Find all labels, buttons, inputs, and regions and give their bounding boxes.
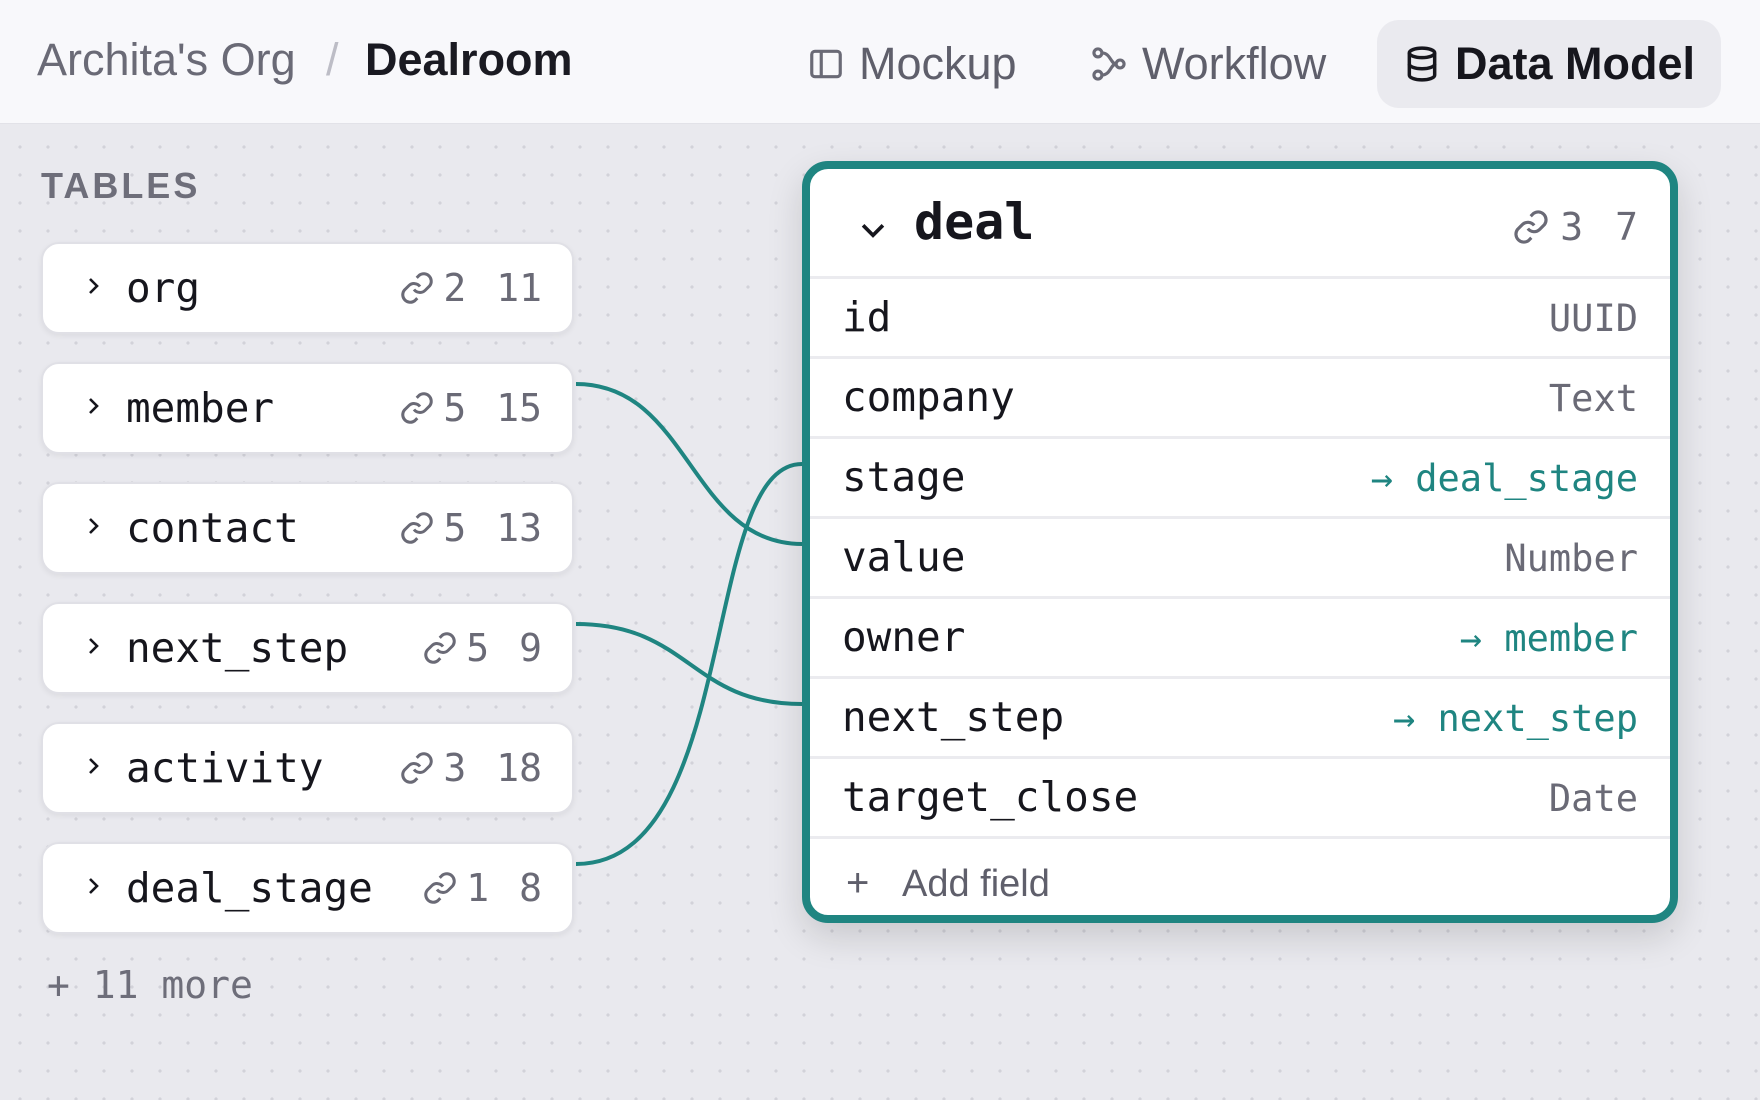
table-name: contact — [126, 504, 299, 552]
link-icon — [401, 512, 434, 544]
field-name: company — [842, 373, 1015, 421]
table-name: activity — [126, 744, 324, 792]
link-icon — [401, 752, 434, 784]
field-count: 13 — [496, 506, 542, 550]
field-type-reference[interactable]: → next_step — [1393, 697, 1638, 740]
more-tables-link[interactable]: + 11 more — [47, 963, 253, 1007]
field-name: next_step — [842, 693, 1065, 741]
table-name: member — [126, 384, 275, 432]
field-name: id — [842, 293, 892, 341]
table-card-org[interactable]: org 2 11 — [41, 242, 574, 334]
tab-label: Workflow — [1142, 38, 1327, 89]
field-count: 15 — [496, 386, 542, 430]
link-icon — [424, 872, 456, 904]
field-count: 7 — [1615, 205, 1638, 249]
field-row-next-step[interactable]: next_step → next_step — [810, 679, 1670, 759]
table-name: deal_stage — [126, 864, 373, 912]
chevron-right-icon[interactable] — [81, 274, 105, 298]
table-card-next-step[interactable]: next_step 5 9 — [41, 602, 574, 694]
field-name: stage — [842, 453, 966, 501]
table-detail-name: deal — [914, 193, 1035, 251]
table-name: next_step — [126, 624, 349, 672]
table-meta: 5 9 — [422, 626, 542, 670]
chevron-right-icon[interactable] — [81, 394, 105, 418]
add-field-button[interactable]: + Add field — [810, 849, 1670, 915]
link-count: 5 — [443, 506, 467, 550]
field-row-stage[interactable]: stage → deal_stage — [810, 439, 1670, 519]
breadcrumb-separator: / — [326, 34, 339, 85]
table-meta: 2 11 — [399, 266, 542, 310]
chevron-right-icon[interactable] — [81, 874, 105, 898]
table-meta: 3 18 — [399, 746, 542, 790]
workflow-icon — [1092, 47, 1126, 81]
field-count: 11 — [496, 266, 542, 310]
panel-icon — [810, 49, 842, 79]
database-icon — [1407, 46, 1437, 82]
field-count: 9 — [519, 626, 542, 670]
tables-heading: TABLES — [41, 165, 201, 206]
tab-data-model[interactable]: Data Model — [1377, 20, 1722, 108]
field-type: Text — [1548, 377, 1638, 420]
link-count: 1 — [466, 866, 490, 910]
field-row-company[interactable]: company Text — [810, 359, 1670, 439]
link-count: 5 — [443, 386, 467, 430]
link-count: 2 — [443, 266, 467, 310]
link-count: 3 — [1560, 205, 1584, 249]
tab-label: Mockup — [859, 38, 1017, 89]
table-card-contact[interactable]: contact 5 13 — [41, 482, 574, 574]
tab-mockup[interactable]: Mockup — [781, 20, 1043, 108]
link-count: 5 — [466, 626, 490, 670]
add-field-label: Add field — [902, 863, 1050, 905]
field-row-value[interactable]: value Number — [810, 519, 1670, 599]
chevron-right-icon[interactable] — [81, 754, 105, 778]
link-icon — [401, 392, 434, 424]
link-icon — [424, 632, 456, 664]
field-count: 8 — [519, 866, 542, 910]
link-count: 3 — [443, 746, 467, 790]
chevron-down-icon[interactable] — [856, 219, 890, 243]
table-meta: 5 15 — [399, 386, 542, 430]
field-type: Date — [1548, 777, 1638, 820]
table-meta: 1 8 — [422, 866, 542, 910]
field-count: 18 — [496, 746, 542, 790]
field-type-reference[interactable]: → deal_stage — [1371, 457, 1638, 500]
table-name: org — [126, 264, 201, 312]
field-name: owner — [842, 613, 966, 661]
field-row-owner[interactable]: owner → member — [810, 599, 1670, 679]
table-card-activity[interactable]: activity 3 18 — [41, 722, 574, 814]
top-bar: Archita's Org / Dealroom Mockup Workflow… — [0, 0, 1760, 124]
field-row-target-close[interactable]: target_close Date — [810, 759, 1670, 839]
breadcrumb-org[interactable]: Archita's Org — [37, 34, 296, 86]
chevron-right-icon[interactable] — [81, 634, 105, 658]
tab-workflow[interactable]: Workflow — [1064, 20, 1352, 108]
table-detail-meta: 3 7 — [1512, 205, 1638, 249]
link-icon — [401, 272, 434, 304]
tab-label: Data Model — [1455, 38, 1696, 89]
table-card-deal-stage[interactable]: deal_stage 1 8 — [41, 842, 574, 934]
table-detail-header[interactable]: deal 3 7 — [810, 169, 1670, 279]
field-row-id[interactable]: id UUID — [810, 279, 1670, 359]
table-card-member[interactable]: member 5 15 — [41, 362, 574, 454]
table-detail-card[interactable]: deal 3 7 id UUID company Text stage → de… — [802, 161, 1678, 923]
field-name: target_close — [842, 773, 1139, 821]
field-type-reference[interactable]: → member — [1460, 617, 1638, 660]
plus-icon: + — [846, 861, 870, 905]
field-type: UUID — [1548, 297, 1638, 340]
breadcrumb-page[interactable]: Dealroom — [365, 34, 573, 86]
table-meta: 5 13 — [399, 506, 542, 550]
link-icon — [1514, 210, 1548, 244]
chevron-right-icon[interactable] — [81, 514, 105, 538]
field-name: value — [842, 533, 966, 581]
field-type: Number — [1504, 537, 1638, 580]
